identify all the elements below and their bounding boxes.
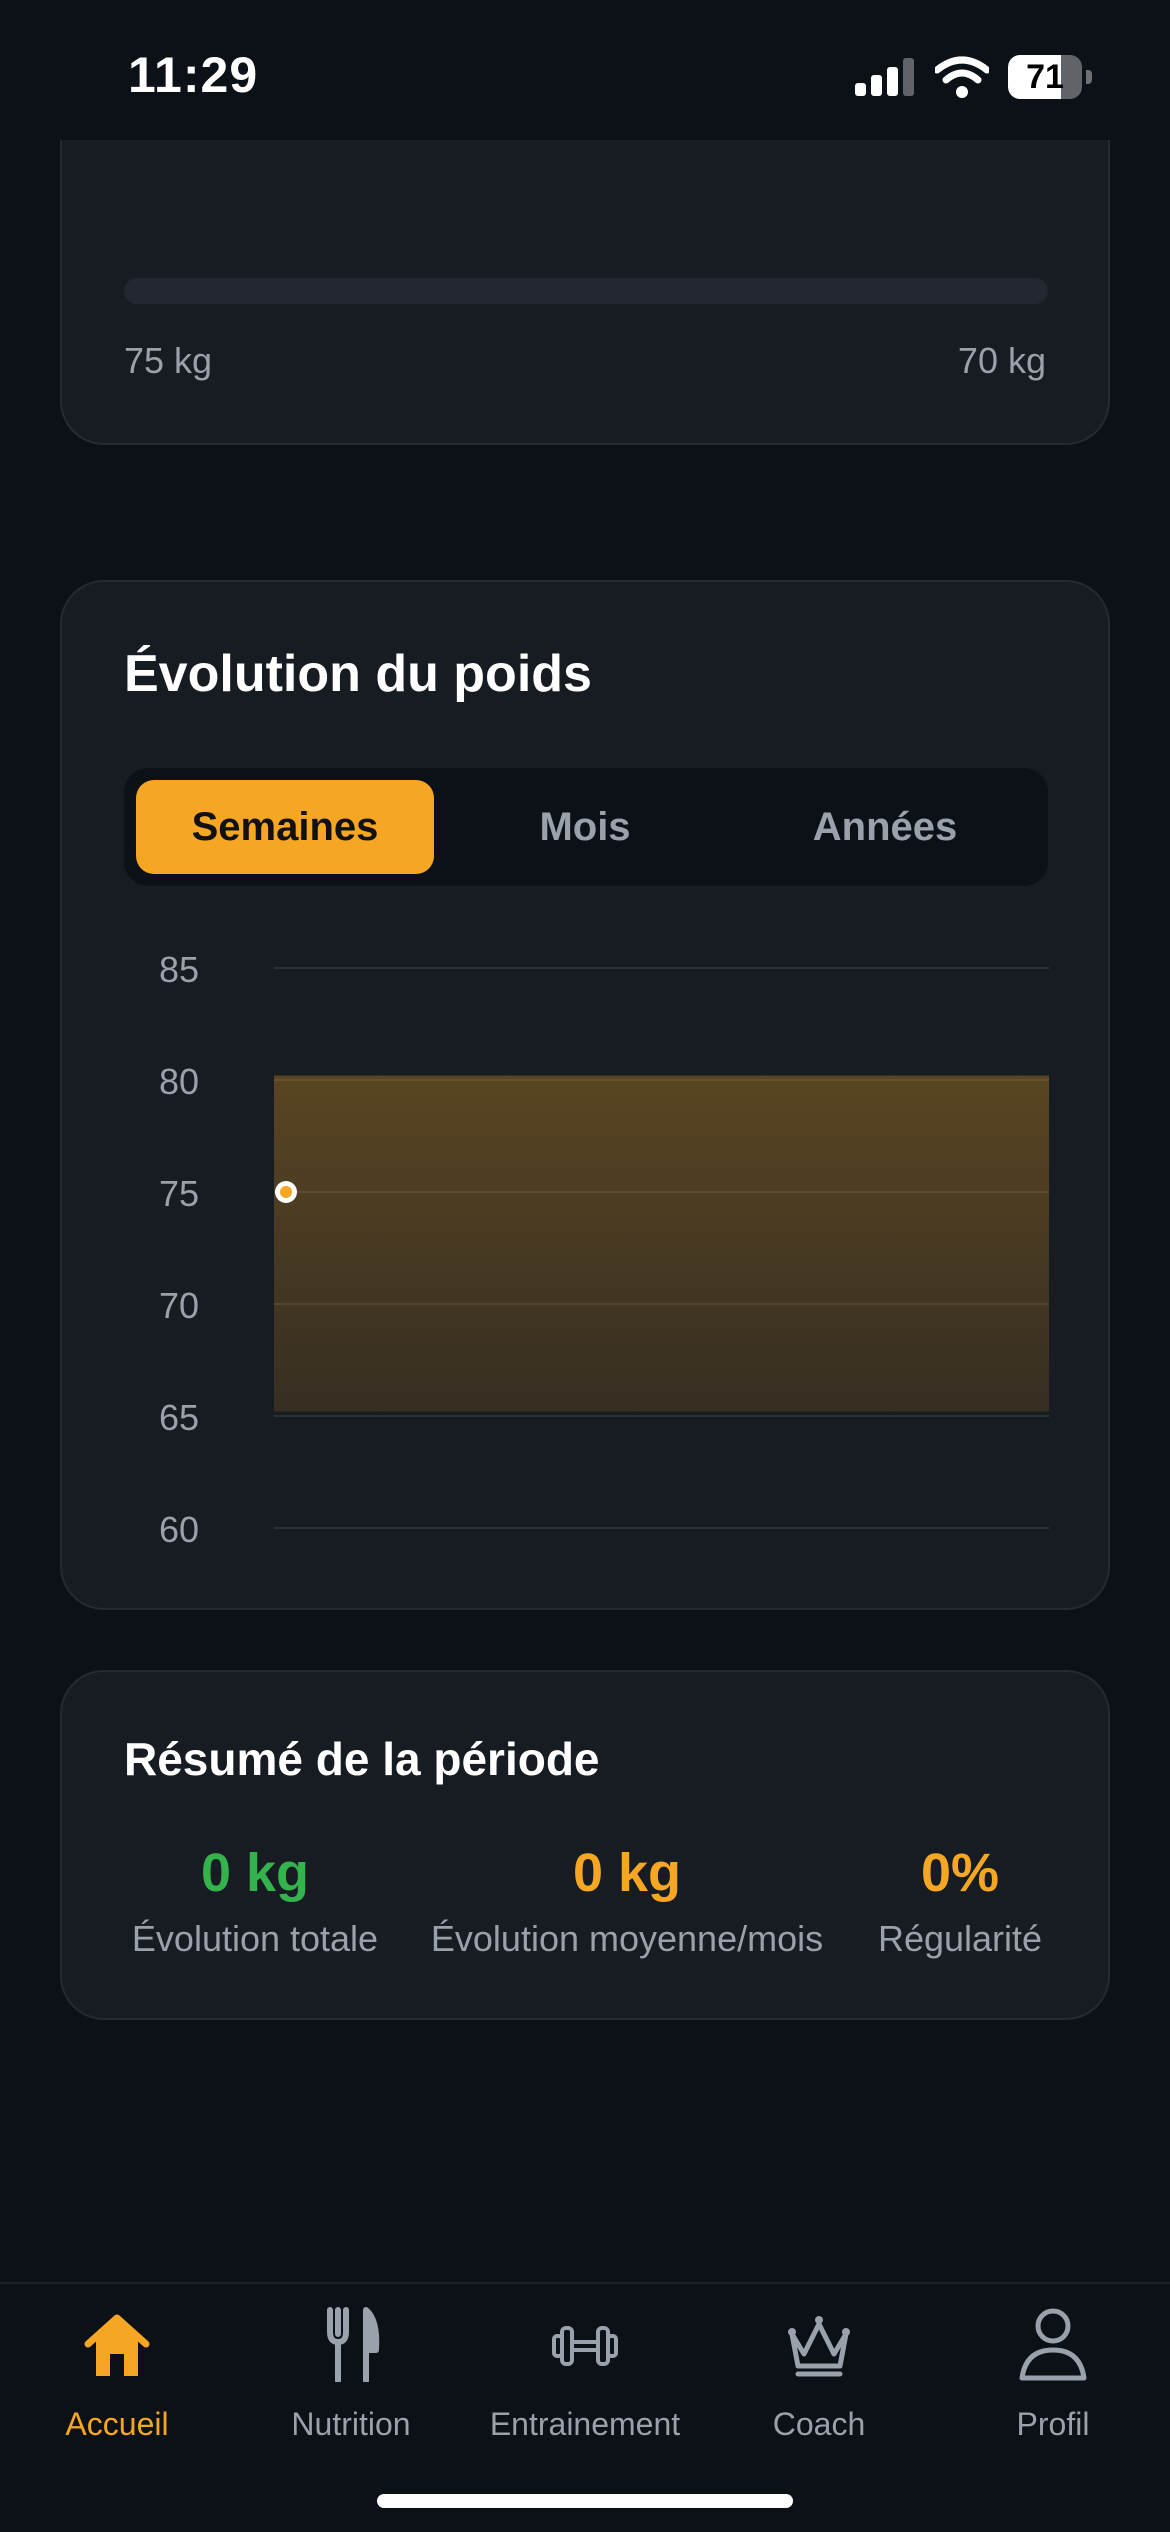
tab-label: Accueil <box>65 2406 169 2442</box>
stat-value: 0 kg <box>572 1843 682 1903</box>
y-tick-label: 70 <box>159 1285 199 1326</box>
crown-icon <box>788 2316 850 2377</box>
y-tick-label: 75 <box>159 1173 199 1214</box>
battery-level: 71 <box>1026 58 1064 96</box>
tab-coach[interactable]: Coach <box>702 2306 936 2456</box>
summary-title: Résumé de la période <box>124 1733 600 1785</box>
y-tick-label: 85 <box>159 949 199 990</box>
tab-nutrition[interactable]: Nutrition <box>234 2306 468 2456</box>
person-icon <box>1019 2308 1087 2381</box>
tab-profil[interactable]: Profil <box>936 2306 1170 2456</box>
goal-progress-bar <box>124 278 1048 304</box>
data-point-center <box>280 1186 292 1198</box>
weight-range-area <box>274 1075 1049 1412</box>
start-weight-label: 75 kg <box>124 340 213 381</box>
cellular-signal-icon <box>855 58 915 96</box>
period-summary-card: Résumé de la période 0 kg Évolution tota… <box>60 1670 1110 2020</box>
stat-label: Régularité <box>877 1918 1043 1959</box>
weight-evolution-card: Évolution du poids Semaines Mois Années … <box>60 580 1110 1610</box>
tab-label: Entrainement <box>489 2406 681 2442</box>
fork-knife-icon <box>327 2307 380 2382</box>
home-indicator <box>377 2494 793 2508</box>
stat-value: 0% <box>920 1843 1000 1903</box>
stat-regularity: 0% Régularité <box>870 1842 1050 1960</box>
stat-label: Évolution moyenne/mois <box>430 1918 824 1959</box>
stat-total-evolution: 0 kg Évolution totale <box>124 1842 386 1960</box>
tab-entrainement[interactable]: Entrainement <box>468 2306 702 2456</box>
target-weight-label: 70 kg <box>957 340 1046 381</box>
home-icon <box>84 2314 150 2376</box>
goal-progress-card: 75 kg 70 kg <box>60 100 1110 445</box>
stat-label: Évolution totale <box>131 1918 379 1959</box>
tab-label: Profil <box>1016 2406 1090 2442</box>
wifi-icon <box>935 56 989 98</box>
tab-label: Nutrition <box>291 2406 411 2442</box>
stat-average-evolution: 0 kg Évolution moyenne/mois <box>422 1842 832 1960</box>
stat-value: 0 kg <box>200 1843 310 1903</box>
y-tick-label: 65 <box>159 1397 199 1438</box>
status-time: 11:29 <box>128 47 259 103</box>
weight-chart: 85 80 75 70 65 60 <box>159 949 1049 1550</box>
status-bar: 11:29 71 <box>0 0 1170 140</box>
tab-accueil[interactable]: Accueil <box>0 2306 234 2456</box>
dumbbell-icon <box>552 2326 618 2366</box>
battery-icon: 71 <box>1008 55 1092 99</box>
y-tick-label: 60 <box>159 1509 199 1550</box>
y-tick-label: 80 <box>159 1061 199 1102</box>
tab-label: Coach <box>772 2406 866 2442</box>
